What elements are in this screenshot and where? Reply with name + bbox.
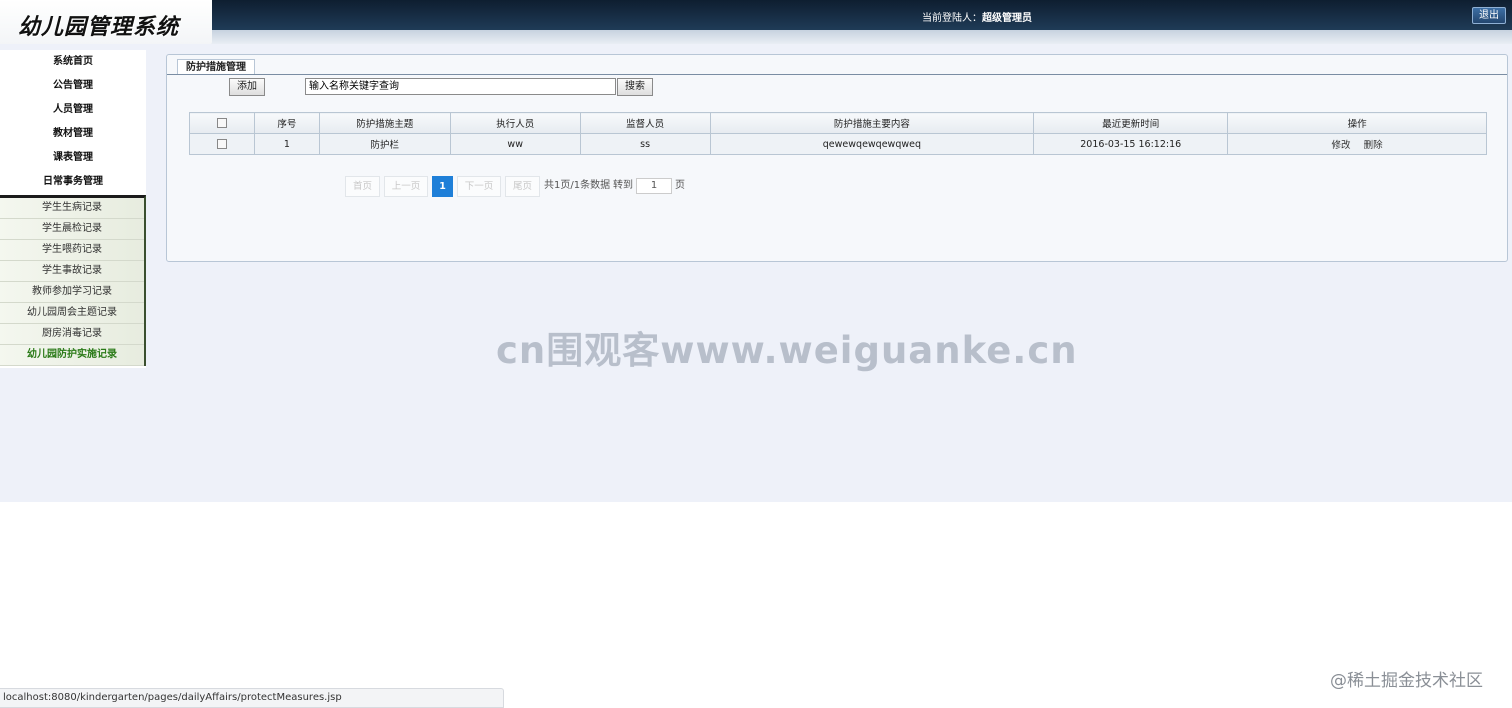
- submenu-item-teacher-study[interactable]: 教师参加学习记录: [0, 282, 144, 303]
- daily-affairs-submenu: 学生生病记录 学生晨检记录 学生喂药记录 学生事故记录 教师参加学习记录 幼儿园…: [0, 195, 146, 366]
- sidebar-item-announcements[interactable]: 公告管理: [0, 74, 146, 98]
- site-watermark: cn围观客www.weiguanke.cn: [496, 329, 1078, 372]
- logout-button[interactable]: 退出: [1472, 7, 1506, 24]
- submenu-item-weekly-meeting[interactable]: 幼儿园周会主题记录: [0, 303, 144, 324]
- cell-content: qewewqewqewqweq: [709, 133, 1035, 155]
- submenu-item-kitchen-disinfection[interactable]: 厨房消毒记录: [0, 324, 144, 345]
- cell-supervisor: ss: [579, 133, 711, 155]
- goto-label: 转到: [613, 180, 633, 191]
- tab-protect-measures[interactable]: 防护措施管理: [177, 59, 255, 75]
- table-header-row: 序号 防护措施主题 执行人员 监督人员 防护措施主要内容 最近更新时间 操作: [189, 112, 1487, 134]
- submenu-item-student-illness[interactable]: 学生生病记录: [0, 198, 144, 219]
- table-row: 1 防护栏 ww ss qewewqewqewqweq 2016-03-15 1…: [189, 133, 1487, 155]
- submenu-item-medication[interactable]: 学生喂药记录: [0, 240, 144, 261]
- select-all-checkbox[interactable]: [216, 118, 227, 128]
- page-1-button[interactable]: 1: [432, 176, 453, 197]
- page-suffix: 页: [675, 180, 685, 191]
- login-label: 当前登陆人：: [922, 13, 982, 24]
- browser-status-url: localhost:8080/kindergarten/pages/dailyA…: [0, 688, 504, 708]
- cell-actions: 修改 删除: [1227, 133, 1487, 155]
- add-button[interactable]: 添加: [229, 78, 265, 96]
- header-select-all[interactable]: [189, 112, 255, 134]
- submenu-item-protection-records[interactable]: 幼儿园防护实施记录: [0, 345, 144, 366]
- login-user: 超级管理员: [982, 13, 1032, 24]
- top-header: [0, 0, 1512, 44]
- search-input[interactable]: [305, 78, 616, 95]
- cell-updated: 2016-03-15 16:12:16: [1033, 133, 1229, 155]
- edit-link[interactable]: 修改: [1332, 140, 1351, 151]
- cell-topic: 防护栏: [318, 133, 451, 155]
- first-page-button[interactable]: 首页: [345, 176, 380, 197]
- cell-executor: ww: [449, 133, 581, 155]
- column-header: 防护措施主要内容: [709, 112, 1035, 134]
- sidebar-item-daily-affairs[interactable]: 日常事务管理: [0, 170, 146, 194]
- sidebar-item-textbooks[interactable]: 教材管理: [0, 122, 146, 146]
- goto-page-input[interactable]: 1: [636, 178, 672, 194]
- column-header: 防护措施主题: [318, 112, 451, 134]
- prev-page-button[interactable]: 上一页: [384, 176, 428, 197]
- data-table: 序号 防护措施主题 执行人员 监督人员 防护措施主要内容 最近更新时间 操作 1…: [189, 112, 1487, 155]
- sidebar-item-schedule[interactable]: 课表管理: [0, 146, 146, 170]
- column-header: 最近更新时间: [1033, 112, 1229, 134]
- column-header: 执行人员: [449, 112, 581, 134]
- column-header: 序号: [253, 112, 320, 134]
- tab-divider: [167, 74, 1507, 75]
- sidebar-item-home[interactable]: 系统首页: [0, 50, 146, 74]
- header-shine: [0, 30, 1512, 44]
- sidebar: 系统首页 公告管理 人员管理 教材管理 课表管理 日常事务管理 学生生病记录 学…: [0, 50, 146, 368]
- next-page-button[interactable]: 下一页: [457, 176, 501, 197]
- login-info: 当前登陆人：超级管理员: [922, 9, 1032, 24]
- row-select-cell: [189, 133, 255, 155]
- column-header: 监督人员: [579, 112, 711, 134]
- submenu-item-accidents[interactable]: 学生事故记录: [0, 261, 144, 282]
- delete-link[interactable]: 删除: [1364, 140, 1383, 151]
- submenu-item-morning-check[interactable]: 学生晨检记录: [0, 219, 144, 240]
- column-header: 操作: [1227, 112, 1487, 134]
- search-button[interactable]: 搜索: [617, 78, 653, 96]
- footer-watermark: @稀土掘金技术社区: [1330, 671, 1483, 691]
- cell-index: 1: [253, 133, 320, 155]
- content-panel: 防护措施管理 添加 搜索 序号 防护措施主题 执行人员 监督人员 防护措施主要内…: [166, 54, 1508, 262]
- app-logo: 幼儿园管理系统: [18, 14, 180, 40]
- row-checkbox[interactable]: [216, 139, 227, 149]
- pager-summary: 共1页/1条数据: [544, 180, 611, 191]
- sidebar-item-personnel[interactable]: 人员管理: [0, 98, 146, 122]
- last-page-button[interactable]: 尾页: [505, 176, 540, 197]
